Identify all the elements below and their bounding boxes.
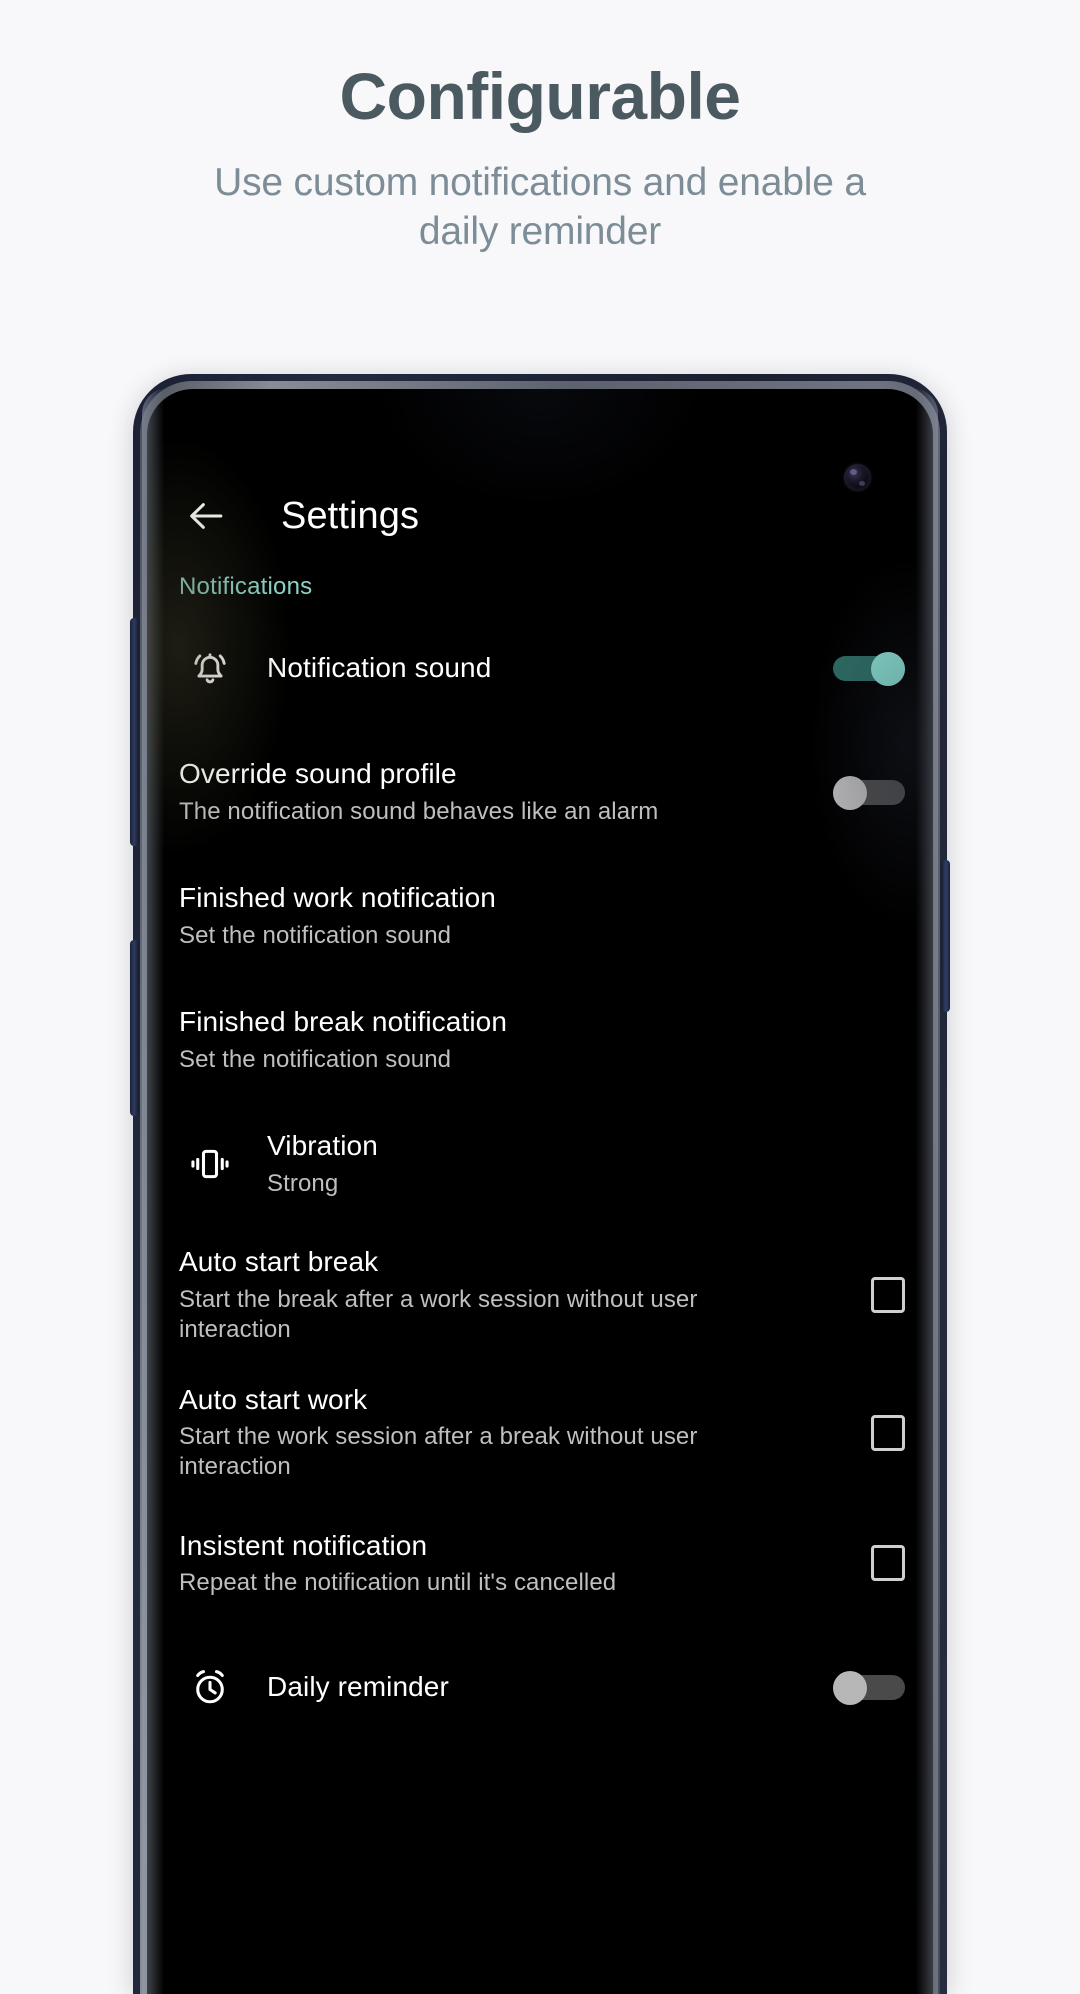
row-control [813,1276,905,1313]
row-subtitle: Start the break after a work session wit… [179,1285,698,1343]
volume-up-button[interactable] [130,618,139,846]
setting-row-insistent-notification[interactable]: Insistent notification Repeat the notifi… [147,1520,933,1606]
page-title: Configurable [339,59,742,133]
vibration-icon [179,1141,241,1187]
phone-screen: Settings Notifications Notification soun [147,389,933,1994]
power-button[interactable] [941,860,950,1012]
row-title: Override sound profile [179,758,457,790]
row-control [813,1545,905,1582]
row-title: Auto start break [179,1246,379,1277]
toggle-daily-reminder[interactable] [833,1670,905,1705]
row-control [813,1670,905,1705]
bell-ring-icon [179,645,241,691]
checkbox-insistent-notification[interactable] [871,1545,905,1582]
row-title: Auto start work [179,1383,368,1415]
row-title: Vibration [267,1130,378,1162]
setting-row-auto-start-break[interactable]: Auto start break Start the break after a… [147,1245,933,1345]
row-subtitle: Repeat the notification until it's cance… [179,1569,617,1597]
row-text: Notification sound [267,651,805,686]
setting-row-notification-sound[interactable]: Notification sound [147,625,933,711]
row-text: Auto start break Start the break after a… [179,1245,805,1345]
back-button[interactable] [175,485,237,547]
phone-mockup: Settings Notifications Notification soun [130,374,950,1994]
toggle-override-sound-profile[interactable] [833,775,905,810]
arrow-back-icon [185,495,227,537]
row-subtitle: Set the notification sound [179,921,452,949]
row-title: Daily reminder [267,1671,449,1703]
toggle-thumb [833,1670,867,1705]
toggle-notification-sound[interactable] [833,651,905,686]
row-text: Finished work notification Set the notif… [179,881,905,951]
row-text: Daily reminder [267,1670,805,1705]
row-control [813,775,905,810]
row-text: Insistent notification Repeat the notifi… [179,1529,805,1599]
app-bar-title: Settings [281,494,420,537]
row-title: Finished work notification [179,882,496,914]
row-control [813,651,905,686]
row-subtitle: Set the notification sound [179,1045,452,1073]
setting-row-finished-work-notification[interactable]: Finished work notification Set the notif… [147,873,933,959]
row-text: Override sound profile The notification … [179,757,805,827]
checkbox-auto-start-work[interactable] [871,1414,905,1451]
alarm-clock-icon [179,1664,241,1710]
promo-header: Configurable Use custom notifications an… [0,0,1080,256]
app-bar: Settings [147,389,933,547]
volume-down-button[interactable] [130,940,139,1116]
row-subtitle: The notification sound behaves like an a… [179,797,659,825]
toggle-thumb [833,775,867,810]
row-text: Finished break notification Set the noti… [179,1005,905,1075]
row-control [813,1414,905,1451]
setting-row-auto-start-work[interactable]: Auto start work Start the work session a… [147,1383,933,1483]
setting-row-vibration[interactable]: Vibration Strong [147,1121,933,1207]
settings-screen: Settings Notifications Notification soun [147,389,933,1994]
row-subtitle: Strong [267,1169,339,1197]
row-subtitle: Start the work session after a break wit… [179,1423,698,1481]
row-title: Notification sound [267,651,492,683]
row-title: Finished break notification [179,1006,507,1038]
row-text: Auto start work Start the work session a… [179,1383,805,1483]
toggle-thumb [871,651,905,686]
row-title: Insistent notification [179,1529,428,1561]
setting-row-daily-reminder[interactable]: Daily reminder [147,1644,933,1730]
front-camera-punch-hole [844,464,871,491]
section-header-notifications: Notifications [179,573,313,600]
setting-row-finished-break-notification[interactable]: Finished break notification Set the noti… [147,997,933,1083]
checkbox-auto-start-break[interactable] [871,1276,905,1313]
page-subtitle: Use custom notifications and enable a da… [214,160,866,254]
setting-row-override-sound-profile[interactable]: Override sound profile The notification … [147,749,933,835]
row-text: Vibration Strong [267,1129,905,1199]
